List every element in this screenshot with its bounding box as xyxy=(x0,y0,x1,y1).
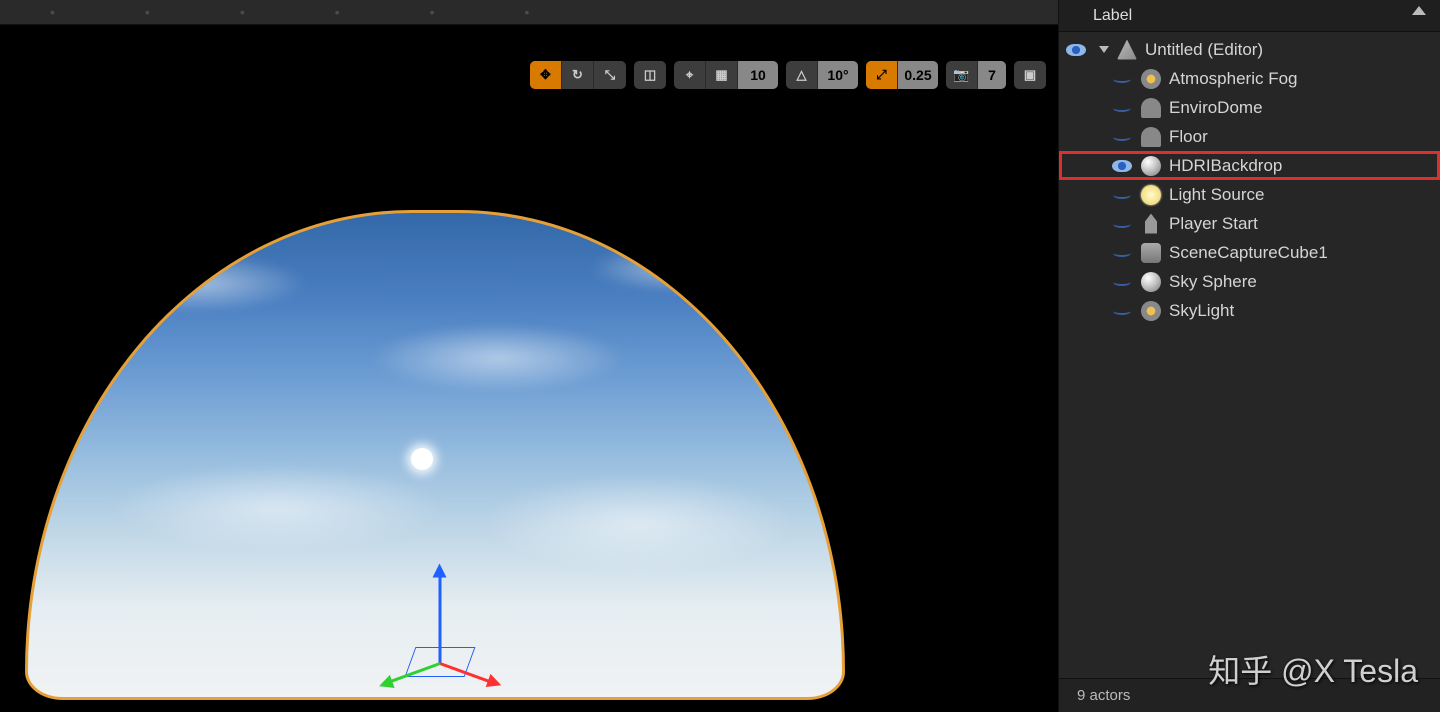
dome-icon xyxy=(1141,127,1161,147)
camera-speed-value[interactable]: 7 xyxy=(978,61,1006,89)
outliner-item-label: SceneCaptureCube1 xyxy=(1169,243,1328,263)
maximize-viewport-button[interactable]: ▣ xyxy=(1014,61,1046,89)
viewport-3d[interactable]: ✥ ↻ ⤡ ◫ ⌖ ▦ 10 △ 10° ⤢ 0.25 📷 7 xyxy=(0,25,1058,712)
outliner-tree: Untitled (Editor) Atmospheric Fog EnviroD… xyxy=(1059,32,1440,325)
world-icon xyxy=(1117,40,1137,60)
light-icon xyxy=(1141,185,1161,205)
player-icon xyxy=(1141,214,1161,234)
outliner-item-label: Atmospheric Fog xyxy=(1169,69,1298,89)
visibility-toggle[interactable] xyxy=(1111,275,1133,289)
outliner-item-skylight[interactable]: SkyLight xyxy=(1059,296,1440,325)
outliner-item-label: Light Source xyxy=(1169,185,1264,205)
visibility-toggle[interactable] xyxy=(1111,101,1133,115)
visibility-toggle[interactable] xyxy=(1111,246,1133,260)
visibility-toggle[interactable] xyxy=(1111,159,1133,173)
fog-icon xyxy=(1141,69,1161,89)
rotate-mode-button[interactable]: ↻ xyxy=(562,61,594,89)
dome-icon xyxy=(1141,98,1161,118)
outliner-item-hdribackdrop[interactable]: HDRIBackdrop xyxy=(1059,151,1440,180)
fog-icon xyxy=(1141,301,1161,321)
gizmo-z-axis[interactable] xyxy=(439,574,442,664)
label-column-header: Label xyxy=(1093,7,1132,25)
camera-speed-button[interactable]: 📷 xyxy=(946,61,978,89)
sphere-icon xyxy=(1141,156,1161,176)
editor-main: •••••• ✥ ↻ ⤡ ◫ ⌖ xyxy=(0,0,1058,712)
viewport-toolbar: ✥ ↻ ⤡ ◫ ⌖ ▦ 10 △ 10° ⤢ 0.25 📷 7 xyxy=(530,60,1046,90)
collapse-arrow-icon[interactable] xyxy=(1412,6,1426,15)
outliner-item-label: Sky Sphere xyxy=(1169,272,1257,292)
outliner-item-label: SkyLight xyxy=(1169,301,1234,321)
coord-space-button[interactable]: ◫ xyxy=(634,61,666,89)
visibility-toggle[interactable] xyxy=(1111,188,1133,202)
outliner-column-header[interactable]: Label xyxy=(1059,0,1440,32)
expand-toggle-icon[interactable] xyxy=(1099,46,1109,53)
outliner-footer: 9 actors xyxy=(1059,678,1440,712)
visibility-toggle[interactable] xyxy=(1111,72,1133,86)
outliner-item-label: EnviroDome xyxy=(1169,98,1263,118)
outliner-root-row[interactable]: Untitled (Editor) xyxy=(1059,35,1440,64)
angle-snap-button[interactable]: △ xyxy=(786,61,818,89)
grid-snap-button[interactable]: ▦ xyxy=(706,61,738,89)
scale-snap-button[interactable]: ⤢ xyxy=(866,61,898,89)
transform-gizmo[interactable] xyxy=(380,550,500,690)
outliner-item-label: Player Start xyxy=(1169,214,1258,234)
visibility-toggle[interactable] xyxy=(1111,130,1133,144)
outliner-item-label: HDRIBackdrop xyxy=(1169,156,1282,176)
capture-icon xyxy=(1141,243,1161,263)
menu-bar: •••••• xyxy=(0,0,1058,25)
outliner-item-atmospheric-fog[interactable]: Atmospheric Fog xyxy=(1059,64,1440,93)
outliner-item-sky-sphere[interactable]: Sky Sphere xyxy=(1059,267,1440,296)
outliner-item-scenecapturecube1[interactable]: SceneCaptureCube1 xyxy=(1059,238,1440,267)
outliner-root-label: Untitled (Editor) xyxy=(1145,40,1263,60)
grid-snap-value[interactable]: 10 xyxy=(738,61,778,89)
scale-snap-value[interactable]: 0.25 xyxy=(898,61,938,89)
sphere-icon xyxy=(1141,272,1161,292)
visibility-toggle[interactable] xyxy=(1111,304,1133,318)
sun-icon xyxy=(411,448,433,470)
translate-mode-button[interactable]: ✥ xyxy=(530,61,562,89)
outliner-item-player-start[interactable]: Player Start xyxy=(1059,209,1440,238)
scale-mode-button[interactable]: ⤡ xyxy=(594,61,626,89)
angle-snap-value[interactable]: 10° xyxy=(818,61,858,89)
outliner-item-label: Floor xyxy=(1169,127,1208,147)
surface-snap-button[interactable]: ⌖ xyxy=(674,61,706,89)
outliner-item-light-source[interactable]: Light Source xyxy=(1059,180,1440,209)
visibility-toggle[interactable] xyxy=(1065,43,1087,57)
outliner-item-floor[interactable]: Floor xyxy=(1059,122,1440,151)
actor-count-label: 9 actors xyxy=(1077,687,1130,704)
world-outliner-panel: Label Untitled (Editor) Atmospheric Fog E… xyxy=(1058,0,1440,712)
outliner-item-envirodome[interactable]: EnviroDome xyxy=(1059,93,1440,122)
visibility-toggle[interactable] xyxy=(1111,217,1133,231)
